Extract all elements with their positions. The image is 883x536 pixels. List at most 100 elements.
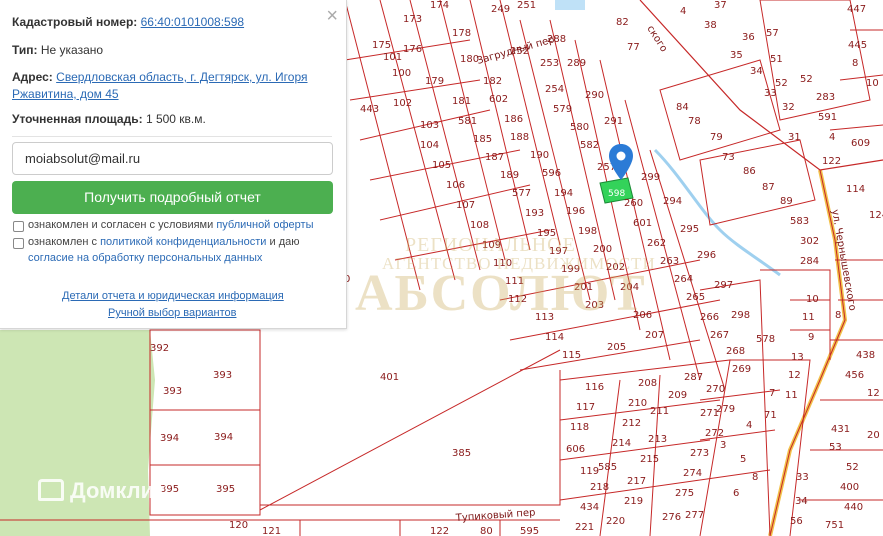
svg-text:220: 220 bbox=[606, 516, 625, 527]
svg-text:295: 295 bbox=[680, 224, 699, 235]
address-link-line1[interactable]: Свердловская область, г. Дегтярск, ул. И… bbox=[56, 70, 307, 84]
svg-text:195: 195 bbox=[537, 228, 556, 239]
privacy-checkbox[interactable] bbox=[13, 238, 24, 249]
close-icon[interactable]: × bbox=[326, 6, 338, 26]
svg-text:121: 121 bbox=[262, 526, 281, 536]
svg-text:173: 173 bbox=[403, 14, 422, 25]
svg-text:117: 117 bbox=[576, 402, 595, 413]
svg-text:178: 178 bbox=[452, 28, 471, 39]
svg-text:207: 207 bbox=[645, 330, 664, 341]
svg-text:269: 269 bbox=[732, 364, 751, 375]
svg-text:606: 606 bbox=[566, 444, 585, 455]
svg-text:219: 219 bbox=[624, 496, 643, 507]
area-label: Уточненная площадь: bbox=[12, 112, 143, 126]
svg-text:100: 100 bbox=[392, 68, 411, 79]
report-details-link[interactable]: Детали отчета и юридическая информация bbox=[62, 290, 284, 302]
privacy-policy-link[interactable]: политикой конфиденциальности bbox=[100, 236, 266, 248]
svg-text:118: 118 bbox=[570, 422, 589, 433]
svg-text:111: 111 bbox=[505, 276, 524, 287]
svg-text:3: 3 bbox=[720, 440, 726, 451]
svg-text:211: 211 bbox=[650, 406, 669, 417]
svg-text:6: 6 bbox=[733, 488, 739, 499]
svg-text:107: 107 bbox=[456, 200, 475, 211]
svg-text:585: 585 bbox=[598, 462, 617, 473]
type-row: Тип: Не указано bbox=[12, 43, 103, 57]
public-offer-link[interactable]: публичной оферты bbox=[216, 219, 313, 231]
svg-text:10: 10 bbox=[866, 78, 879, 89]
svg-text:221: 221 bbox=[575, 522, 594, 533]
get-report-button[interactable]: Получить подробный отчет bbox=[12, 181, 333, 214]
svg-text:581: 581 bbox=[458, 116, 477, 127]
offer-consent-text: ознакомлен и согласен с условиями публич… bbox=[28, 219, 314, 231]
svg-text:181: 181 bbox=[452, 96, 471, 107]
svg-text:197: 197 bbox=[549, 246, 568, 257]
svg-text:12: 12 bbox=[867, 388, 880, 399]
svg-text:260: 260 bbox=[624, 198, 643, 209]
svg-text:201: 201 bbox=[574, 282, 593, 293]
svg-text:53: 53 bbox=[829, 442, 842, 453]
svg-text:122: 122 bbox=[430, 526, 449, 536]
svg-text:103: 103 bbox=[420, 120, 439, 131]
cadastral-number-link[interactable]: 66:40:0101008:598 bbox=[141, 15, 244, 29]
address-label: Адрес: bbox=[12, 70, 53, 84]
svg-text:595: 595 bbox=[520, 526, 539, 536]
svg-text:601: 601 bbox=[633, 218, 652, 229]
divider bbox=[12, 136, 332, 137]
svg-text:101: 101 bbox=[383, 52, 402, 63]
svg-text:105: 105 bbox=[432, 160, 451, 171]
svg-text:190: 190 bbox=[530, 150, 549, 161]
svg-text:79: 79 bbox=[710, 132, 723, 143]
svg-text:577: 577 bbox=[512, 188, 531, 199]
svg-text:264: 264 bbox=[674, 274, 693, 285]
svg-text:582: 582 bbox=[580, 140, 599, 151]
svg-text:579: 579 bbox=[553, 104, 572, 115]
svg-text:284: 284 bbox=[800, 256, 819, 267]
svg-text:31: 31 bbox=[788, 132, 801, 143]
svg-text:89: 89 bbox=[780, 196, 793, 207]
svg-text:102: 102 bbox=[393, 98, 412, 109]
address-link-line2[interactable]: Ржавитина, дом 45 bbox=[12, 87, 119, 101]
svg-text:394: 394 bbox=[214, 432, 233, 443]
svg-text:179: 179 bbox=[425, 76, 444, 87]
svg-text:591: 591 bbox=[818, 112, 837, 123]
svg-text:265: 265 bbox=[686, 292, 705, 303]
svg-text:298: 298 bbox=[731, 310, 750, 321]
location-pin-icon[interactable] bbox=[609, 144, 633, 180]
svg-text:187: 187 bbox=[485, 152, 504, 163]
offer-checkbox[interactable] bbox=[13, 221, 24, 232]
svg-text:8: 8 bbox=[835, 310, 841, 321]
svg-text:438: 438 bbox=[856, 350, 875, 361]
svg-text:206: 206 bbox=[633, 310, 652, 321]
personal-data-consent-link[interactable]: согласие на обработку персональных данны… bbox=[28, 252, 262, 264]
svg-text:392: 392 bbox=[150, 343, 169, 354]
address-row: Адрес: Свердловская область, г. Дегтярск… bbox=[12, 69, 332, 103]
domclick-icon bbox=[38, 479, 64, 501]
svg-text:431: 431 bbox=[831, 424, 850, 435]
svg-text:4: 4 bbox=[746, 420, 752, 431]
svg-text:32: 32 bbox=[782, 102, 795, 113]
svg-text:77: 77 bbox=[627, 42, 640, 53]
svg-text:393: 393 bbox=[213, 370, 232, 381]
svg-text:268: 268 bbox=[726, 346, 745, 357]
svg-text:116: 116 bbox=[585, 382, 604, 393]
svg-text:109: 109 bbox=[482, 240, 501, 251]
parcel-info-panel: × Кадастровый номер: 66:40:0101008:598 Т… bbox=[0, 0, 347, 329]
email-field[interactable]: moiabsolut@mail.ru bbox=[12, 142, 333, 175]
manual-selection-link[interactable]: Ручной выбор вариантов bbox=[108, 307, 236, 319]
svg-text:578: 578 bbox=[756, 334, 775, 345]
type-label: Тип: bbox=[12, 43, 38, 57]
svg-text:104: 104 bbox=[420, 140, 439, 151]
svg-text:35: 35 bbox=[730, 50, 743, 61]
svg-text:182: 182 bbox=[483, 76, 502, 87]
personal-data-link-row: согласие на обработку персональных данны… bbox=[28, 252, 262, 264]
svg-text:291: 291 bbox=[604, 116, 623, 127]
svg-text:302: 302 bbox=[800, 236, 819, 247]
svg-text:73: 73 bbox=[722, 152, 735, 163]
svg-text:176: 176 bbox=[403, 44, 422, 55]
svg-text:443: 443 bbox=[360, 104, 379, 115]
svg-text:296: 296 bbox=[697, 250, 716, 261]
area-row: Уточненная площадь: 1 500 кв.м. bbox=[12, 112, 206, 126]
svg-text:5: 5 bbox=[740, 454, 746, 465]
svg-text:119: 119 bbox=[580, 466, 599, 477]
svg-text:385: 385 bbox=[452, 448, 471, 459]
